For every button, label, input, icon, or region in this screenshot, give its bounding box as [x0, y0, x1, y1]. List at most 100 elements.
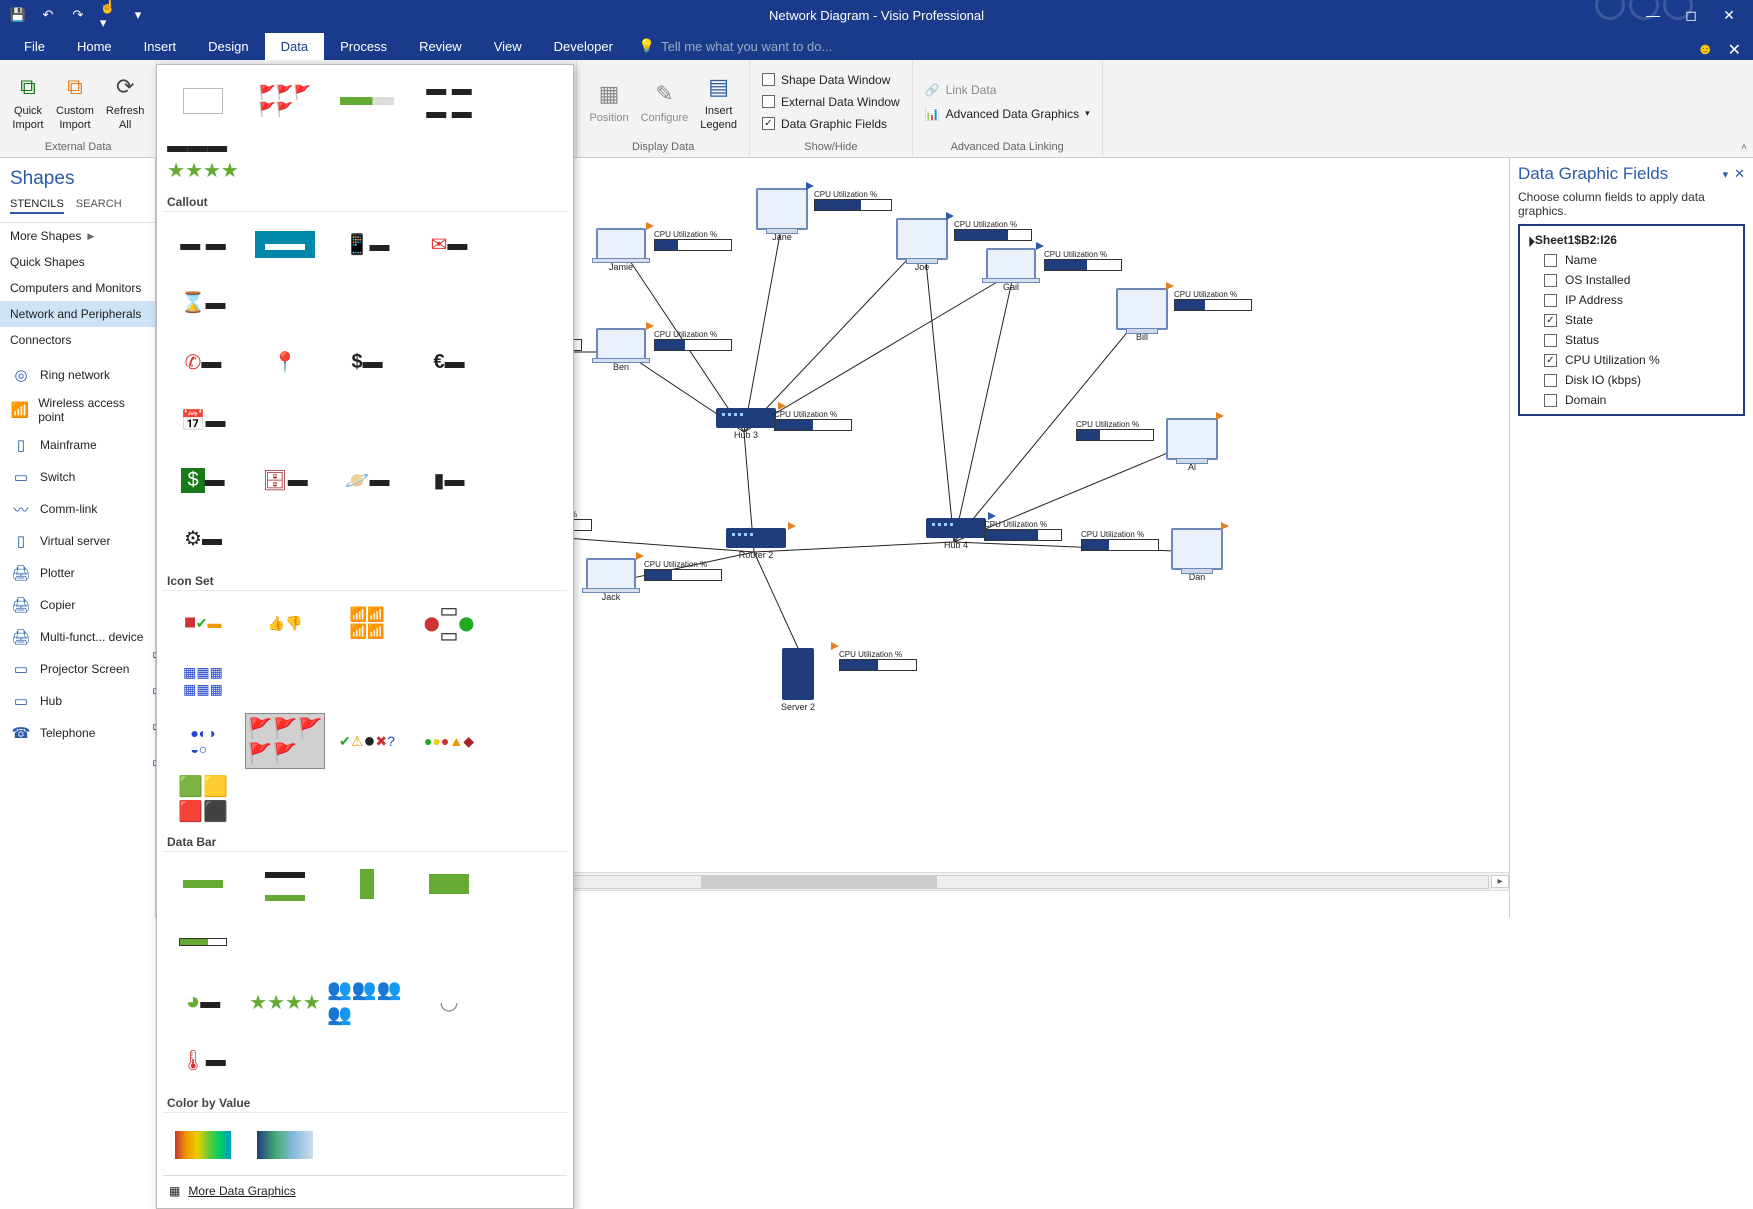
node-joe[interactable]: JoeCPU Utilization % [896, 218, 948, 272]
gallery-databar-thermo[interactable]: 🌡▬ [163, 1032, 243, 1088]
tab-review[interactable]: Review [403, 33, 478, 60]
close-icon[interactable]: ✕ [1717, 3, 1741, 27]
qat-more-icon[interactable]: ▾ [130, 7, 146, 23]
gallery-databar-2[interactable]: ▬▬ [245, 856, 325, 912]
gallery-item-progress[interactable] [327, 73, 407, 129]
gallery-callout-badge[interactable]: ▬▬ [245, 216, 325, 272]
refresh-all-button[interactable]: ⟳ Refresh All [102, 69, 149, 133]
stencil-connectors[interactable]: Connectors [0, 327, 155, 353]
gallery-databar-1[interactable] [163, 856, 243, 912]
stencil-more-shapes[interactable]: More Shapes▶ [0, 223, 155, 249]
gallery-databar-people[interactable]: 👥👥👥👥 [327, 974, 407, 1030]
gallery-iconset-thumbs[interactable]: 👍👎 [245, 595, 325, 651]
toggle-external-data-window[interactable]: External Data Window [758, 93, 904, 111]
undo-icon[interactable]: ↶ [40, 7, 56, 23]
gallery-cbv-rainbow[interactable] [163, 1117, 243, 1173]
search-tab[interactable]: SEARCH [76, 198, 122, 214]
shape-mainframe[interactable]: ▯Mainframe [0, 429, 155, 461]
toggle-data-graphic-fields[interactable]: ✓Data Graphic Fields [758, 115, 891, 133]
node-jamie[interactable]: JamieCPU Utilization % [596, 228, 646, 272]
shape-wireless-access-point[interactable]: 📶Wireless access point [0, 391, 155, 429]
gallery-databar-stars[interactable]: ★★★★ [245, 974, 325, 1030]
gallery-databar-4[interactable] [409, 856, 489, 912]
taskpane-menu-icon[interactable]: ▾ [1723, 168, 1729, 181]
smiley-feedback-icon[interactable]: ☻ [1697, 41, 1714, 59]
shape-telephone[interactable]: ☎Telephone [0, 717, 155, 749]
shape-virtual-server[interactable]: ▯Virtual server [0, 525, 155, 557]
gallery-callout-server[interactable]: ▮▬ [409, 452, 489, 508]
configure-button[interactable]: ✎ Configure [637, 76, 693, 127]
toggle-shape-data-window[interactable]: Shape Data Window [758, 71, 894, 89]
shape-copier[interactable]: 🖨Copier [0, 589, 155, 621]
field-ip-address[interactable]: IP Address [1526, 290, 1737, 310]
node-gail[interactable]: GailCPU Utilization % [986, 248, 1036, 292]
field-status[interactable]: Status [1526, 330, 1737, 350]
data-source-label[interactable]: Sheet1$B2:I26 [1526, 230, 1737, 250]
stencil-network-and-peripherals[interactable]: Network and Peripherals [0, 301, 155, 327]
tab-design[interactable]: Design [192, 33, 264, 60]
gallery-callout-planet[interactable]: 🪐▬ [327, 452, 407, 508]
stencils-tab[interactable]: STENCILS [10, 198, 64, 214]
gallery-iconset-traffic[interactable]: 🟩🟨🟥⬛ [163, 771, 243, 827]
shape-plotter[interactable]: 🖨Plotter [0, 557, 155, 589]
advanced-data-graphics-button[interactable]: 📊Advanced Data Graphics▾ [921, 105, 1094, 123]
gallery-iconset-shields[interactable]: ⯀✔▬ [163, 595, 243, 651]
redo-icon[interactable]: ↷ [70, 7, 86, 23]
stencil-computers-and-monitors[interactable]: Computers and Monitors [0, 275, 155, 301]
tab-data[interactable]: Data [265, 33, 324, 60]
shape-comm-link[interactable]: 〰Comm-link [0, 493, 155, 525]
node-al[interactable]: AlCPU Utilization % [1166, 418, 1218, 472]
field-name[interactable]: Name [1526, 250, 1737, 270]
node-jack[interactable]: JackCPU Utilization % [586, 558, 636, 602]
gallery-iconset-grid[interactable]: ▦▦▦▦▦▦ [163, 653, 243, 709]
gallery-more-data-graphics[interactable]: ▦ More Data Graphics [163, 1175, 567, 1202]
node-hub3[interactable]: Hub 3CPU Utilization % [716, 408, 776, 440]
link-data-button[interactable]: 🔗Link Data [921, 81, 1001, 99]
gallery-databar-5[interactable] [163, 914, 243, 970]
ribbon-close-icon[interactable]: ✕ [1728, 40, 1741, 60]
gallery-callout-phone[interactable]: 📱▬ [327, 216, 407, 272]
tab-insert[interactable]: Insert [128, 33, 193, 60]
tab-developer[interactable]: Developer [538, 33, 629, 60]
field-disk-io-kbps-[interactable]: Disk IO (kbps) [1526, 370, 1737, 390]
node-ben[interactable]: BenCPU Utilization % [596, 328, 646, 372]
tab-home[interactable]: Home [61, 33, 128, 60]
field-state[interactable]: ✓State [1526, 310, 1737, 330]
scroll-right-icon[interactable]: ▸ [1491, 875, 1509, 888]
gallery-callout-mail[interactable]: ✉▬ [409, 216, 489, 272]
node-server2[interactable]: Server 2CPU Utilization % [781, 648, 815, 712]
gallery-item-stars[interactable]: ▬▬▬★★★★ [163, 131, 243, 187]
shape-ring-network[interactable]: ◎Ring network [0, 359, 155, 391]
shape-projector-screen[interactable]: ▭Projector Screen [0, 653, 155, 685]
quick-import-button[interactable]: ⧉ Quick Import [8, 69, 48, 133]
tab-process[interactable]: Process [324, 33, 403, 60]
tab-view[interactable]: View [478, 33, 538, 60]
stencil-quick-shapes[interactable]: Quick Shapes [0, 249, 155, 275]
gallery-item-flags-2row[interactable]: 🚩🚩🚩🚩🚩 [245, 73, 325, 129]
gallery-callout-text[interactable]: ▬ ▬ [163, 216, 243, 272]
node-hub4[interactable]: Hub 4CPU Utilization % [926, 518, 986, 550]
gallery-callout-hourglass[interactable]: ⌛▬ [163, 274, 243, 330]
gallery-databar-pie[interactable]: ◕▬ [163, 974, 243, 1030]
gallery-databar-3[interactable] [327, 856, 407, 912]
custom-import-button[interactable]: ⧉ Custom Import [52, 69, 98, 133]
position-button[interactable]: ▦ Position [585, 76, 632, 127]
gallery-callout-gear[interactable]: ⚙▬ [163, 510, 243, 566]
tab-file[interactable]: File [8, 33, 61, 60]
gallery-callout-euro[interactable]: €▬ [409, 334, 489, 390]
gallery-iconset-status[interactable]: ✔⚠●✖? [327, 713, 407, 769]
gallery-databar-gauge[interactable]: ◡ [409, 974, 489, 1030]
gallery-iconset-harvey[interactable]: ●◐◑◒○ [163, 713, 243, 769]
node-jane[interactable]: JaneCPU Utilization % [756, 188, 808, 242]
node-bill[interactable]: BillCPU Utilization % [1116, 288, 1168, 342]
field-cpu-utilization-[interactable]: ✓CPU Utilization % [1526, 350, 1737, 370]
tell-me-search[interactable]: 💡 Tell me what you want to do... [629, 32, 842, 60]
gallery-callout-pin[interactable]: 📍 [245, 334, 325, 390]
gallery-iconset-flags[interactable]: 🚩🚩🚩🚩🚩 [245, 713, 325, 769]
gallery-callout-phone2[interactable]: ✆▬ [163, 334, 243, 390]
gallery-callout-money[interactable]: $▬ [163, 452, 243, 508]
insert-legend-button[interactable]: ▤ Insert Legend [696, 69, 741, 133]
gallery-iconset-wifi[interactable]: 📶📶📶📶 [327, 595, 407, 651]
taskpane-close-icon[interactable]: ✕ [1734, 166, 1745, 182]
shape-switch[interactable]: ▭Switch [0, 461, 155, 493]
